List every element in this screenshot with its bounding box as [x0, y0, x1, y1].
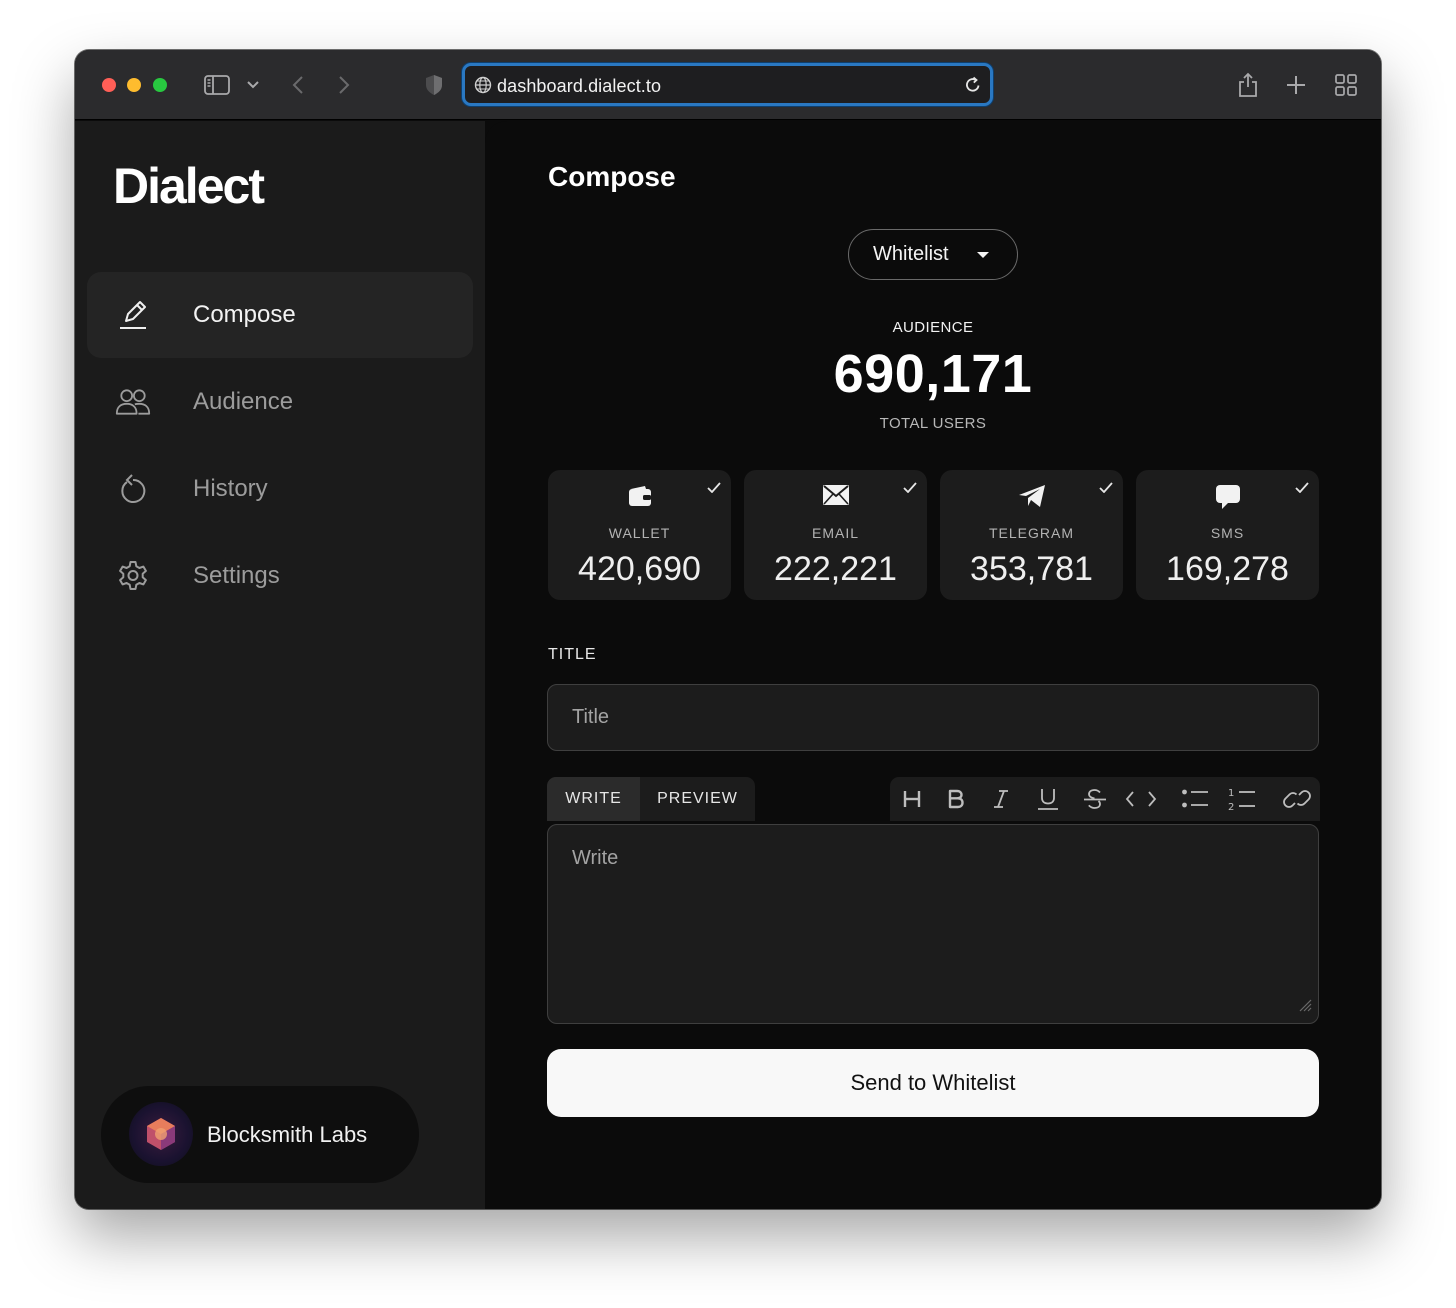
- title-input[interactable]: [547, 684, 1319, 751]
- channel-card-wallet[interactable]: WALLET 420,690: [548, 470, 731, 600]
- channel-card-sms[interactable]: SMS 169,278: [1136, 470, 1319, 600]
- sidebar-item-label: Audience: [193, 388, 294, 415]
- link-icon[interactable]: [1280, 784, 1314, 814]
- sidebar-item-label: Compose: [193, 301, 296, 328]
- sidebar-item-history[interactable]: History: [87, 446, 473, 532]
- underline-icon[interactable]: [1031, 784, 1065, 814]
- tabs-grid-icon[interactable]: [1331, 70, 1361, 100]
- channel-count: 169,278: [1166, 550, 1289, 588]
- send-button[interactable]: Send to Whitelist: [547, 1049, 1319, 1117]
- page-title: Compose: [548, 161, 676, 192]
- audience-total: 690,171: [833, 344, 1033, 404]
- channel-label: TELEGRAM: [988, 525, 1074, 541]
- check-icon[interactable]: [903, 480, 917, 498]
- formatting-toolbar: 12: [890, 777, 1320, 821]
- editor-placeholder: Write: [572, 847, 619, 869]
- gear-icon: [115, 558, 151, 594]
- caret-down-icon: [977, 252, 989, 258]
- audience-label: AUDIENCE: [892, 319, 974, 336]
- resize-handle-icon[interactable]: [1298, 998, 1312, 1017]
- pen-icon: [115, 297, 151, 333]
- channel-label: SMS: [1210, 525, 1245, 541]
- check-icon[interactable]: [1099, 480, 1113, 498]
- sidebar-item-label: Settings: [193, 562, 280, 589]
- heading-icon[interactable]: [895, 784, 929, 814]
- browser-toolbar: dashboard.dialect.to: [75, 50, 1381, 120]
- account-name: Blocksmith Labs: [207, 1122, 368, 1147]
- channel-count: 222,221: [774, 550, 897, 588]
- close-window-button[interactable]: [102, 78, 116, 92]
- check-icon[interactable]: [1295, 480, 1309, 498]
- email-icon: [744, 484, 927, 506]
- sidebar-icon[interactable]: [202, 70, 232, 100]
- check-icon[interactable]: [707, 480, 721, 498]
- url-text: dashboard.dialect.to: [497, 76, 662, 96]
- channel-card-telegram[interactable]: TELEGRAM 353,781: [940, 470, 1123, 600]
- wallet-icon: [548, 484, 731, 508]
- audience-sublabel: TOTAL USERS: [879, 415, 987, 432]
- zoom-window-button[interactable]: [153, 78, 167, 92]
- title-field-label: TITLE: [548, 646, 597, 663]
- shield-icon[interactable]: [419, 70, 449, 100]
- tab-preview[interactable]: PREVIEW: [640, 777, 755, 821]
- sidebar-item-label: History: [193, 475, 268, 502]
- share-icon[interactable]: [1233, 70, 1263, 100]
- bullet-list-icon[interactable]: [1178, 784, 1212, 814]
- svg-text:1: 1: [1228, 788, 1234, 799]
- numbered-list-icon[interactable]: 12: [1225, 784, 1259, 814]
- sidebar-item-compose[interactable]: Compose: [87, 272, 473, 358]
- sidebar: Dialect Compose Audience History Setting…: [75, 121, 485, 1209]
- channel-card-email[interactable]: EMAIL 222,221: [744, 470, 927, 600]
- globe-icon: [474, 76, 492, 99]
- channel-count: 420,690: [578, 550, 701, 588]
- telegram-icon: [940, 484, 1123, 508]
- channel-label: WALLET: [608, 525, 671, 541]
- forward-icon[interactable]: [329, 70, 359, 100]
- strikethrough-icon[interactable]: [1078, 784, 1112, 814]
- sidebar-item-audience[interactable]: Audience: [87, 359, 473, 445]
- italic-icon[interactable]: [984, 784, 1018, 814]
- editor-tabs: WRITE PREVIEW: [547, 777, 755, 821]
- svg-text:2: 2: [1228, 802, 1234, 812]
- reload-icon[interactable]: [963, 75, 983, 100]
- code-icon[interactable]: [1124, 784, 1158, 814]
- app-logo[interactable]: Dialect: [113, 157, 265, 215]
- channel-label: EMAIL: [811, 525, 859, 541]
- message-editor[interactable]: Write: [547, 824, 1319, 1024]
- history-icon: [115, 471, 151, 507]
- plus-icon[interactable]: [1281, 70, 1311, 100]
- bold-icon[interactable]: [939, 784, 973, 814]
- browser-window: dashboard.dialect.to Dialect Compose Aud…: [75, 50, 1381, 1209]
- address-bar[interactable]: dashboard.dialect.to: [462, 63, 993, 106]
- compose-panel: Compose Whitelist AUDIENCE 690,171 TOTAL…: [485, 121, 1381, 1209]
- avatar: [129, 1102, 193, 1166]
- channel-count: 353,781: [970, 550, 1093, 588]
- minimize-window-button[interactable]: [127, 78, 141, 92]
- sms-icon: [1136, 484, 1319, 510]
- tab-write[interactable]: WRITE: [547, 777, 640, 821]
- audience-select[interactable]: Whitelist: [848, 229, 1018, 280]
- account-switcher[interactable]: Blocksmith Labs: [101, 1086, 419, 1183]
- users-icon: [115, 384, 151, 420]
- sidebar-item-settings[interactable]: Settings: [87, 533, 473, 619]
- back-icon[interactable]: [283, 70, 313, 100]
- chevron-down-icon[interactable]: [238, 70, 268, 100]
- audience-select-value: Whitelist: [873, 243, 949, 265]
